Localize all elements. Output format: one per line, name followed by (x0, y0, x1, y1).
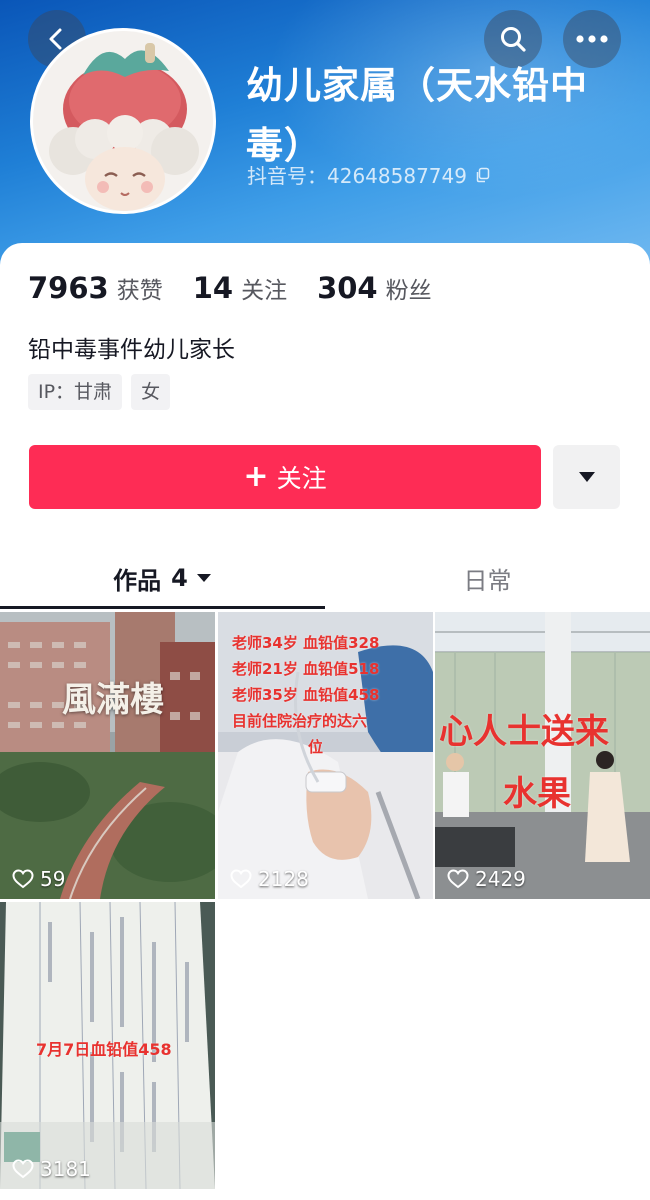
heart-outline-icon (12, 869, 34, 889)
video-cover-image (435, 612, 650, 899)
stat-following-value: 14 (192, 271, 234, 305)
heart-outline-icon (447, 869, 469, 889)
video-likes: 2128 (230, 867, 309, 891)
more-dots-icon (576, 35, 608, 43)
caret-down-icon (578, 472, 595, 482)
overlay-line: 老师21岁 血铅值518 (232, 660, 380, 678)
video-overlay-text: 水果 (503, 774, 571, 814)
profile-nickname: 幼儿家属（天水铅中毒） (246, 64, 588, 167)
stat-following[interactable]: 14 关注 (193, 271, 287, 305)
video-likes-count: 59 (40, 867, 66, 891)
ip-location-tag: IP：甘肃 (28, 374, 123, 410)
account-id-text: 抖音号：42648587749 (247, 164, 467, 188)
video-cover-image (0, 612, 215, 899)
recommend-dropdown-button[interactable] (553, 445, 620, 509)
video-overlay-text: 7月7日血铅值458 (36, 1040, 172, 1059)
overlay-line: 老师35岁 血铅值458 (232, 686, 380, 704)
heart-outline-icon (12, 1159, 34, 1179)
stat-followers-label: 粉丝 (385, 278, 432, 304)
caret-down-icon (196, 574, 211, 582)
avatar[interactable] (30, 28, 216, 214)
tab-daily[interactable]: 日常 (325, 548, 650, 608)
avatar-mascot-image (33, 31, 213, 211)
gender-tag: 女 (131, 374, 171, 410)
video-overlay-text: 老师34岁 血铅值328 老师21岁 血铅值518 老师35岁 血铅值458 目… (232, 630, 379, 760)
overlay-line: 老师34岁 血铅值328 (232, 634, 380, 652)
video-likes-count: 3181 (40, 1157, 91, 1181)
profile-stats: 7963 获赞 14 关注 304 粉丝 (28, 271, 462, 305)
video-thumbnail[interactable]: 風滿樓 59 (0, 612, 215, 899)
stat-likes-label: 获赞 (116, 278, 163, 304)
follow-button[interactable]: + 关注 (29, 445, 541, 509)
search-icon (501, 27, 526, 52)
copy-icon[interactable] (475, 167, 491, 183)
stat-following-label: 关注 (241, 278, 288, 304)
video-likes: 2429 (447, 867, 526, 891)
account-id: 抖音号：42648587749 (247, 160, 491, 189)
profile-tabs: 作品 4 日常 (0, 548, 650, 610)
profile-bio: 铅中毒事件幼儿家长 (28, 337, 235, 363)
video-thumbnail[interactable]: 7月7日血铅值458 3181 (0, 902, 215, 1189)
stat-followers[interactable]: 304 粉丝 (317, 271, 432, 305)
video-likes-count: 2429 (475, 867, 526, 891)
follow-button-label: 关注 (276, 464, 327, 493)
stat-likes-value: 7963 (28, 271, 109, 305)
overlay-line: 目前住院治疗的达六 (232, 712, 368, 730)
active-tab-indicator (0, 606, 325, 609)
tab-works-count: 4 (171, 564, 188, 592)
tab-works[interactable]: 作品 4 (0, 548, 325, 608)
stat-followers-value: 304 (317, 271, 378, 305)
video-overlay-text: 心人士送来 (439, 712, 609, 752)
video-overlay-text: 風滿樓 (62, 680, 164, 720)
video-thumbnail[interactable]: 老师34岁 血铅值328 老师21岁 血铅值518 老师35岁 血铅值458 目… (218, 612, 433, 899)
stat-likes[interactable]: 7963 获赞 (28, 271, 163, 305)
profile-tags: IP：甘肃 女 (28, 374, 171, 410)
overlay-line: 位 (308, 738, 324, 756)
heart-outline-icon (230, 869, 252, 889)
video-likes-count: 2128 (258, 867, 309, 891)
video-likes: 59 (12, 867, 65, 891)
plus-icon: + (243, 459, 269, 494)
video-thumbnail[interactable]: 心人士送来 水果 2429 (435, 612, 650, 899)
video-likes: 3181 (12, 1157, 91, 1181)
tab-works-label: 作品 (113, 566, 162, 595)
